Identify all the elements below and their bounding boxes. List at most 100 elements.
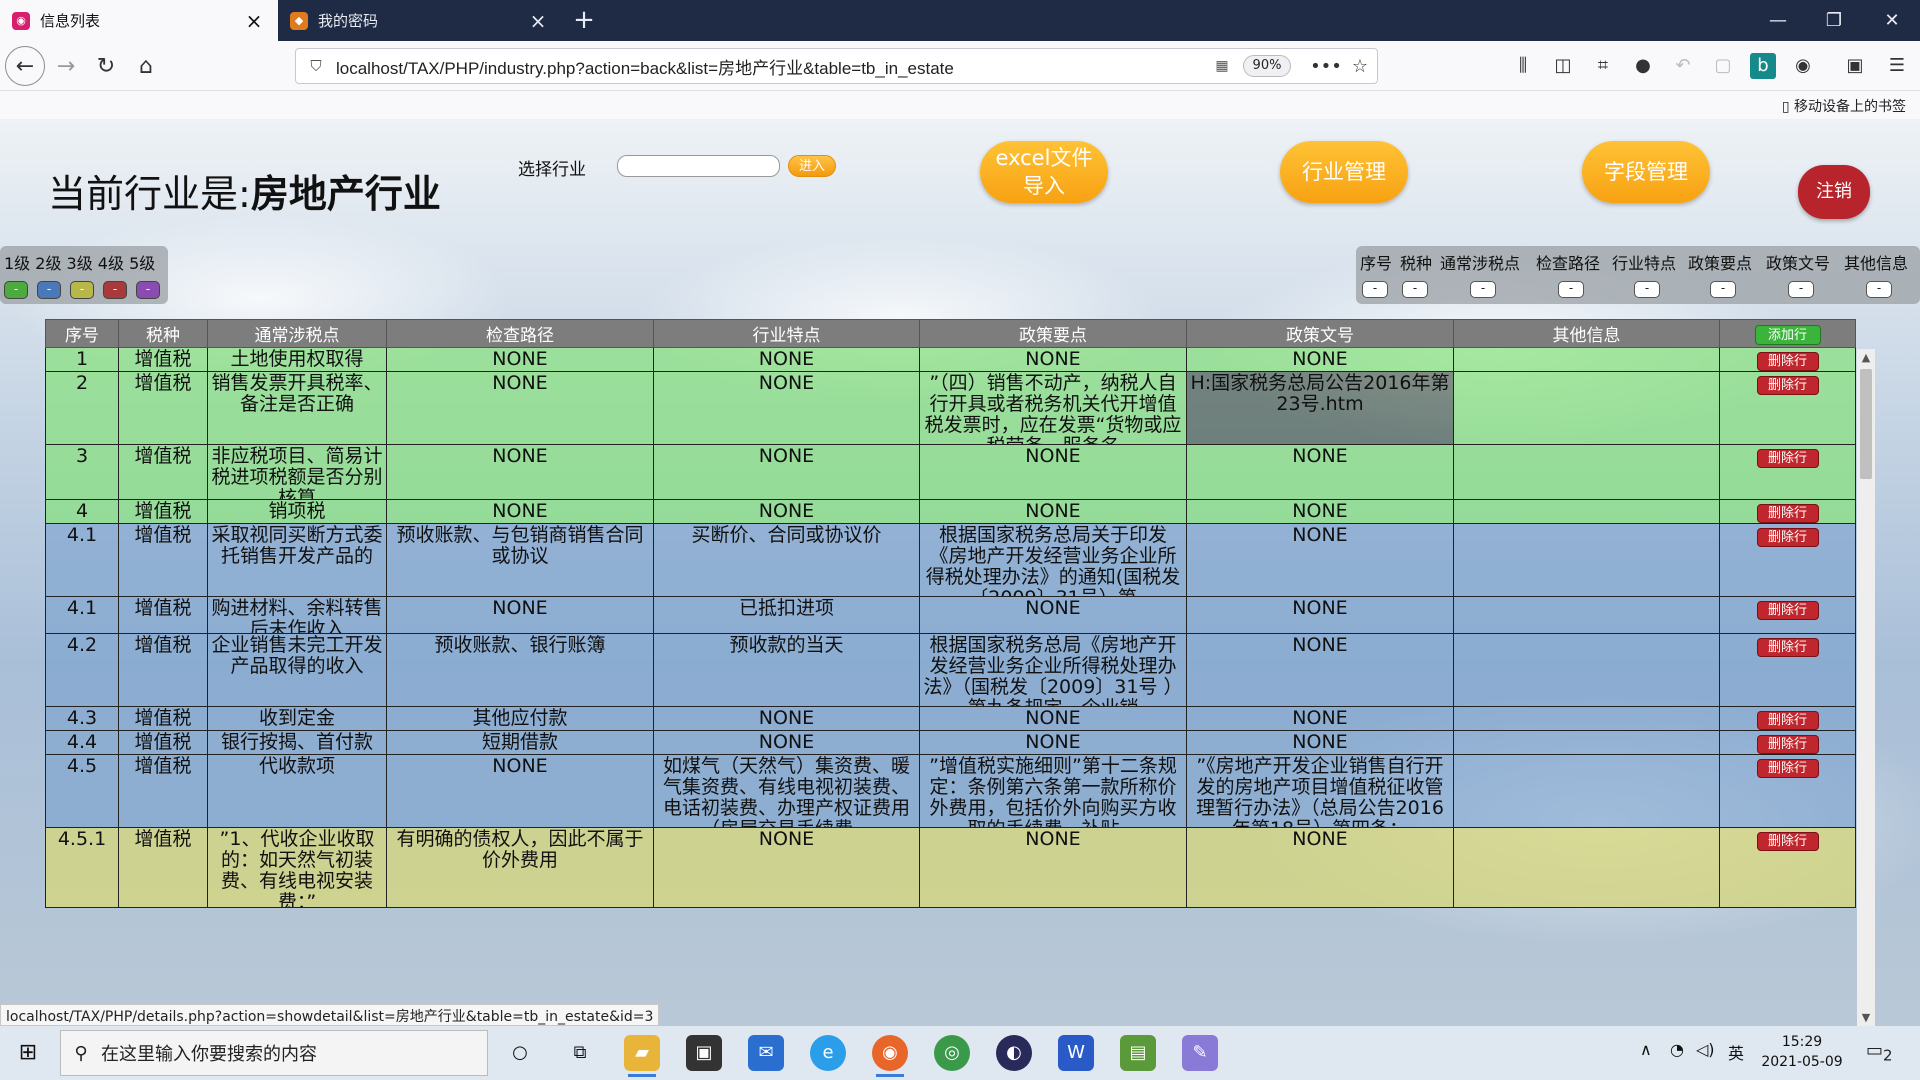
delete-row-button[interactable]: 删除行 (1756, 504, 1819, 523)
chat-icon[interactable]: ● (1630, 53, 1656, 79)
edge-icon[interactable]: e (810, 1035, 846, 1071)
tab-my-password[interactable]: ◆ 我的密码 × (278, 0, 562, 41)
excel-import-button[interactable]: excel文件 导入 (980, 141, 1108, 203)
delete-row-button[interactable]: 删除行 (1756, 711, 1819, 730)
table-row[interactable]: 4.5.1 增值税 ”1、代收企业收取的：如天然气初装费、有线电视安装费：” 有明确的… (45, 827, 1856, 908)
extensions-icon[interactable]: ▣ (1842, 53, 1868, 79)
table-row[interactable]: 4.1 增值税 购进材料、余料转售后未作收入 NONE 已抵扣进项 NONE NONE 删除行 (45, 596, 1856, 634)
pocket-icon[interactable]: ▢ (1710, 53, 1736, 79)
table-cell (1453, 371, 1720, 445)
bookmark-star-icon[interactable]: ☆ (1343, 56, 1377, 77)
table-row[interactable]: 1 增值税 土地使用权取得 NONE NONE NONE NONE 删除行 (45, 347, 1856, 372)
table-row[interactable]: 4.3 增值税 收到定金 其他应付款 NONE NONE NONE 删除行 (45, 706, 1856, 731)
url-text[interactable]: localhost/TAX/PHP/industry.php?action=ba… (330, 54, 1207, 79)
close-icon[interactable]: × (242, 9, 266, 33)
windows-start-icon[interactable]: ⊞ (8, 1036, 48, 1070)
delete-row-button[interactable]: 删除行 (1756, 832, 1819, 851)
qr-code-icon[interactable]: ▦ (1207, 58, 1237, 74)
column-toggle-button[interactable]: - (1470, 281, 1496, 298)
paint-icon[interactable]: ✎ (1182, 1035, 1218, 1071)
table-row[interactable]: 4.2 增值税 企业销售未完工开发产品取得的收入 预收账款、银行账簿 预收款的当天 根据国… (45, 633, 1856, 707)
home-icon[interactable]: ⌂ (126, 46, 166, 86)
industry-manage-button[interactable]: 行业管理 (1280, 141, 1408, 203)
column-toggle-button[interactable]: - (1710, 281, 1736, 298)
level-4-toggle[interactable]: - (103, 281, 127, 299)
library-icon[interactable]: ⫼ (1510, 53, 1536, 79)
table-scrollbar[interactable]: ▲ ▼ (1857, 349, 1875, 1026)
forward-icon[interactable]: → (46, 46, 86, 86)
delete-row-button[interactable]: 删除行 (1756, 601, 1819, 620)
industry-input[interactable] (617, 155, 780, 177)
row-action-cell: 删除行 (1719, 499, 1856, 524)
close-icon[interactable]: × (526, 9, 550, 33)
table-row[interactable]: 4.4 增值税 银行按揭、首付款 短期借款 NONE NONE NONE 删除行 (45, 730, 1856, 755)
window-close-icon[interactable]: ✕ (1864, 0, 1920, 41)
delete-row-button[interactable]: 删除行 (1756, 352, 1819, 371)
zoom-level[interactable]: 90% (1243, 55, 1291, 77)
address-bar[interactable]: ⛉ ▯ localhost/TAX/PHP/industry.php?actio… (295, 48, 1378, 1075)
enter-button[interactable]: 进入 (788, 155, 836, 177)
bing-icon[interactable]: b (1750, 53, 1776, 79)
column-toggle-button[interactable]: - (1788, 281, 1814, 298)
restore-icon[interactable]: ❐ (1806, 0, 1862, 41)
table-cell: 4.1 (45, 523, 119, 597)
level-3-toggle[interactable]: - (70, 281, 94, 299)
delete-row-button[interactable]: 删除行 (1756, 376, 1819, 395)
scrollbar-thumb[interactable] (1860, 369, 1872, 479)
new-tab-icon[interactable]: + (568, 4, 600, 36)
undo-icon[interactable]: ↶ (1670, 53, 1696, 79)
level-5-toggle[interactable]: - (136, 281, 160, 299)
table-row[interactable]: 4 增值税 销项税 NONE NONE NONE NONE 删除行 (45, 499, 1856, 524)
table-row[interactable]: 2 增值税 销售发票开具税率、备注是否正确 NONE NONE ”（四）销售不动产，纳税人… (45, 371, 1856, 445)
reload-icon[interactable]: ↻ (86, 46, 126, 86)
cortana-icon[interactable]: ○ (502, 1035, 538, 1071)
column-toggle-button[interactable]: - (1558, 281, 1584, 298)
scroll-up-icon[interactable]: ▲ (1857, 351, 1875, 364)
delete-row-button[interactable]: 删除行 (1756, 528, 1819, 547)
column-toggle-button[interactable]: - (1402, 281, 1428, 298)
network-icon[interactable]: ◔ (1670, 1040, 1684, 1059)
table-row[interactable]: 4.1 增值税 采取视同买断方式委托销售开发产品的 预收账款、与包销商销售合同或协议买… (45, 523, 1856, 597)
field-manage-button[interactable]: 字段管理 (1582, 141, 1710, 203)
store-icon[interactable]: ▣ (686, 1035, 722, 1071)
table-cell: NONE (386, 444, 654, 500)
shield-icon[interactable]: ⛉ (302, 57, 330, 75)
mail-icon[interactable]: ✉ (748, 1035, 784, 1071)
level-2-toggle[interactable]: - (37, 281, 61, 299)
more-actions-icon[interactable]: ••• (1309, 56, 1343, 77)
notification-icon[interactable]: ▭2 (1866, 1040, 1893, 1065)
account-icon[interactable]: ◉ (1790, 53, 1816, 79)
system-clock[interactable]: 15:29 2021-05-09 (1754, 1032, 1850, 1072)
column-toggle-button[interactable]: - (1634, 281, 1660, 298)
add-row-button[interactable]: 添加行 (1754, 324, 1821, 345)
chrome-icon[interactable]: ◎ (934, 1035, 970, 1071)
screenshot-icon[interactable]: ⌗ (1590, 53, 1616, 79)
column-toggle-button[interactable]: - (1866, 281, 1892, 298)
image-viewer-icon[interactable]: ▤ (1120, 1035, 1156, 1071)
delete-row-button[interactable]: 删除行 (1756, 759, 1819, 778)
scroll-down-icon[interactable]: ▼ (1857, 1011, 1875, 1024)
word-icon[interactable]: W (1058, 1035, 1094, 1071)
table-row[interactable]: 3 增值税 非应税项目、简易计税进项税额是否分别核算 NONE NONE NONE NONE… (45, 444, 1856, 500)
menu-icon[interactable]: ☰ (1884, 53, 1910, 79)
delete-row-button[interactable]: 删除行 (1756, 735, 1819, 754)
task-view-icon[interactable]: ⧉ (562, 1035, 598, 1071)
eclipse-icon[interactable]: ◐ (996, 1035, 1032, 1071)
tray-expand-icon[interactable]: ∧ (1640, 1040, 1652, 1059)
volume-icon[interactable]: ◁) (1696, 1040, 1715, 1059)
firefox-icon[interactable]: ◉ (872, 1035, 908, 1077)
mobile-bookmarks-link[interactable]: ▯ 移动设备上的书签 (1782, 96, 1906, 116)
delete-row-button[interactable]: 删除行 (1756, 449, 1819, 468)
back-icon[interactable]: ← (5, 46, 45, 86)
tab-info-list[interactable]: ◉ 信息列表 × (0, 0, 278, 41)
column-toggle-button[interactable]: - (1362, 281, 1388, 298)
level-1-toggle[interactable]: - (4, 281, 28, 299)
sidebar-icon[interactable]: ◫ (1550, 53, 1576, 79)
taskbar-search[interactable]: ⚲ 在这里输入你要搜索的内容 (60, 1030, 488, 1076)
ime-indicator[interactable]: 英 (1728, 1040, 1744, 1064)
file-explorer-icon[interactable]: ▰ (624, 1035, 660, 1077)
logout-button[interactable]: 注销 (1798, 165, 1870, 219)
minimize-icon[interactable]: — (1750, 0, 1806, 41)
delete-row-button[interactable]: 删除行 (1756, 638, 1819, 657)
table-row[interactable]: 4.5 增值税 代收款项 NONE 如煤气（天然气）集资费、暖气集资费、有线电视初装费、… (45, 754, 1856, 828)
